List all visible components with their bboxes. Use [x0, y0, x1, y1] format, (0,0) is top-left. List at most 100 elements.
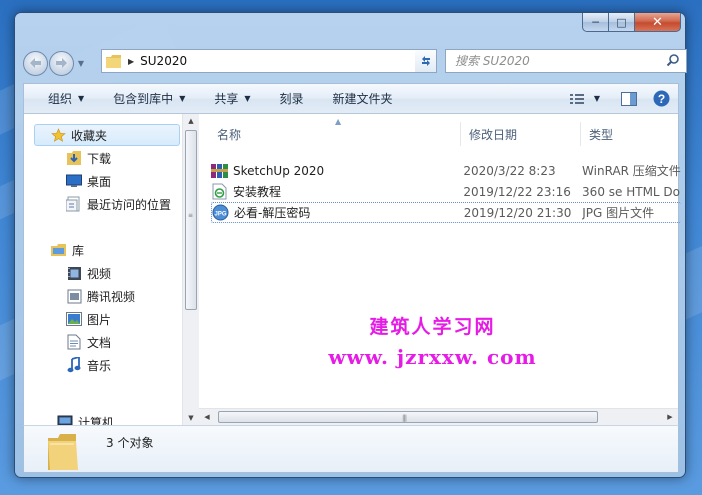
file-date: 2020/3/22 8:23	[463, 163, 556, 178]
command-bar: 组织 ▼ 包含到库中 ▼ 共享 ▼ 刻录 新建文件夹 ▼ ?	[23, 83, 679, 114]
include-in-library-label: 包含到库中	[113, 92, 174, 106]
recent-pages-dropdown[interactable]: ▼	[75, 59, 87, 68]
watermark-url: www. jzrxxw. com	[328, 345, 537, 369]
explorer-window: ─ □ ✕ ▼ ▶ SU2020 ▼ 组	[14, 12, 687, 478]
close-button[interactable]: ✕	[635, 13, 681, 32]
file-row[interactable]: JPG 必看-解压密码 2019/12/20 21:30 JPG 图片文件	[211, 202, 681, 223]
caption-buttons: ─ □ ✕	[582, 13, 681, 32]
computer-icon	[57, 414, 73, 425]
share-menu[interactable]: 共享 ▼	[194, 84, 259, 113]
search-icon[interactable]	[666, 53, 680, 70]
sidebar-item-label: 收藏夹	[71, 128, 108, 143]
sidebar-item-label: 腾讯视频	[87, 289, 136, 304]
svg-text:?: ?	[657, 92, 664, 106]
view-options-button[interactable]: ▼	[566, 84, 604, 113]
view-list-icon	[569, 93, 584, 104]
winrar-archive-icon	[211, 162, 228, 179]
column-header-name[interactable]: 名称	[199, 122, 461, 146]
share-label: 共享	[214, 92, 239, 106]
breadcrumb-separator[interactable]: ▶	[128, 57, 134, 66]
scrollbar-thumb[interactable]: |||	[218, 411, 598, 423]
sidebar-item-label: 最近访问的位置	[87, 197, 172, 212]
sidebar-item-tencent-video[interactable]: 腾讯视频	[66, 285, 135, 307]
pictures-library-icon	[66, 311, 82, 327]
music-library-icon	[66, 357, 82, 373]
forward-button[interactable]	[49, 50, 74, 76]
back-arrow-icon	[30, 58, 41, 68]
sidebar-item-libraries[interactable]: 库	[51, 239, 84, 261]
forward-arrow-icon	[56, 58, 67, 68]
burn-button[interactable]: 刻录	[260, 84, 313, 113]
new-folder-button[interactable]: 新建文件夹	[313, 84, 402, 113]
navigation-pane: 收藏夹 下载 桌面 最近访问的位置 库 视频 腾讯视频 图片 文档 音乐 计算机	[24, 114, 182, 425]
sidebar-item-favorites[interactable]: 收藏夹	[34, 124, 180, 146]
search-input[interactable]	[455, 54, 655, 68]
html-document-icon	[211, 183, 228, 200]
file-row[interactable]: 安装教程 2019/12/22 23:16 360 se HTML Do	[211, 181, 681, 202]
preview-pane-icon	[621, 91, 637, 106]
sidebar-item-label: 库	[72, 243, 85, 258]
chevron-down-icon: ▼	[78, 94, 85, 103]
breadcrumb-su2020[interactable]: SU2020	[140, 54, 187, 68]
file-list-pane: ▲ 名称 修改日期 类型 SketchUp 2020 2020/3/22 8:2…	[199, 114, 681, 425]
jpg-image-icon: JPG	[212, 204, 229, 221]
file-name: 必看-解压密码	[234, 206, 311, 220]
library-icon	[51, 242, 67, 258]
tencent-video-icon	[66, 288, 82, 304]
file-row[interactable]: SketchUp 2020 2020/3/22 8:23 WinRAR 压缩文件	[211, 160, 681, 181]
column-name-label: 名称	[217, 127, 242, 142]
scrollbar-thumb[interactable]: ≡	[185, 130, 197, 310]
new-folder-label: 新建文件夹	[332, 92, 393, 106]
file-date: 2019/12/20 21:30	[463, 205, 572, 220]
sidebar-item-downloads[interactable]: 下载	[66, 147, 111, 169]
chevron-down-icon[interactable]: ▼	[594, 94, 600, 103]
refresh-button[interactable]	[415, 49, 437, 73]
file-type: JPG 图片文件	[582, 206, 655, 220]
sidebar-item-label: 音乐	[87, 358, 112, 373]
organize-menu[interactable]: 组织 ▼	[24, 84, 93, 113]
chevron-down-icon: ▼	[244, 94, 251, 103]
sidebar-item-desktop[interactable]: 桌面	[66, 170, 111, 192]
navigation-pane-scrollbar[interactable]: ▲ ≡ ▼	[182, 114, 199, 425]
sidebar-item-label: 文档	[87, 335, 112, 350]
sidebar-item-pictures[interactable]: 图片	[66, 308, 111, 330]
sidebar-item-label: 下载	[87, 151, 112, 166]
organize-label: 组织	[48, 92, 73, 106]
sort-ascending-icon: ▲	[335, 117, 342, 126]
burn-label: 刻录	[279, 92, 304, 106]
help-icon: ?	[653, 90, 669, 107]
item-count: 3 个对象	[106, 436, 154, 450]
sidebar-item-label: 计算机	[78, 415, 115, 426]
scroll-right-arrow-icon[interactable]: ▶	[662, 409, 678, 426]
column-date-label: 修改日期	[469, 127, 518, 142]
column-type-label: 类型	[589, 127, 614, 142]
watermark-site-name: 建筑人学习网	[369, 316, 496, 338]
sidebar-item-music[interactable]: 音乐	[66, 354, 111, 376]
scroll-left-arrow-icon[interactable]: ◀	[199, 409, 215, 426]
navigation-bar: ▼ ▶ SU2020 ▼	[23, 49, 687, 77]
sidebar-item-documents[interactable]: 文档	[66, 331, 111, 353]
column-header-date-modified[interactable]: 修改日期	[461, 122, 581, 146]
horizontal-scrollbar[interactable]: ◀ ||| ▶	[199, 408, 678, 425]
back-button[interactable]	[23, 50, 48, 76]
minimize-button[interactable]: ─	[582, 13, 609, 32]
column-header-type[interactable]: 类型	[581, 122, 678, 146]
star-icon	[50, 127, 66, 143]
scroll-up-arrow-icon[interactable]: ▲	[183, 114, 199, 128]
sidebar-item-videos[interactable]: 视频	[66, 262, 111, 284]
scroll-down-arrow-icon[interactable]: ▼	[183, 411, 199, 425]
folder-icon	[46, 432, 80, 475]
preview-pane-button[interactable]	[616, 84, 642, 113]
sidebar-item-label: 视频	[87, 266, 112, 281]
refresh-icon	[421, 56, 430, 66]
search-box[interactable]	[445, 49, 687, 73]
maximize-button[interactable]: □	[609, 13, 635, 32]
include-in-library-menu[interactable]: 包含到库中 ▼	[93, 84, 194, 113]
explorer-body: 收藏夹 下载 桌面 最近访问的位置 库 视频 腾讯视频 图片 文档 音乐 计算机…	[23, 114, 681, 425]
sidebar-item-recent-places[interactable]: 最近访问的位置	[66, 193, 171, 215]
toolbar-right: ▼ ?	[566, 84, 678, 113]
address-bar[interactable]: ▶ SU2020 ▼	[101, 49, 433, 73]
help-button[interactable]: ?	[648, 84, 674, 113]
sidebar-item-computer[interactable]: 计算机	[57, 411, 114, 425]
documents-library-icon	[66, 334, 82, 350]
